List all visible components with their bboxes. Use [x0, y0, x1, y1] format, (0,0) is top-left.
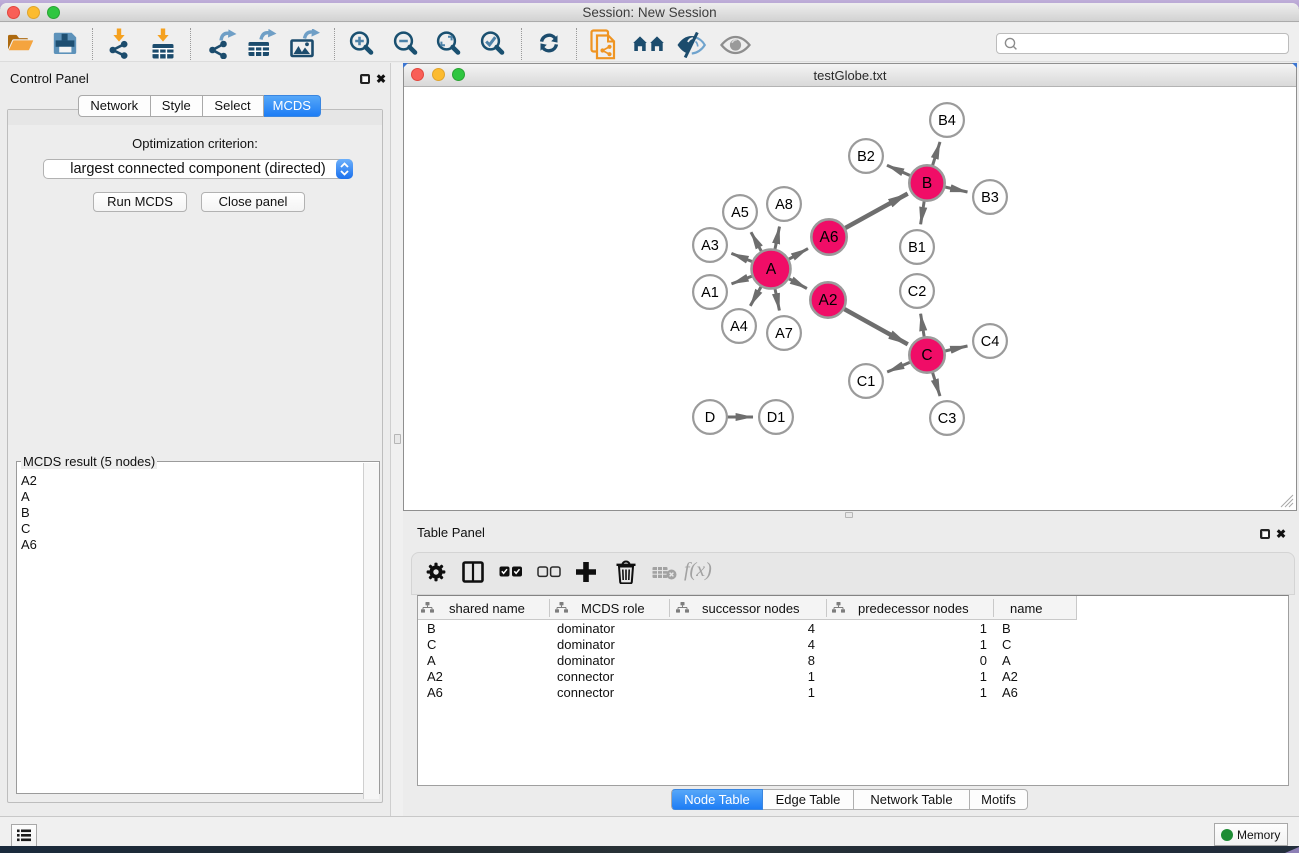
svg-text:C2: C2 — [908, 284, 927, 300]
svg-text:B: B — [922, 175, 932, 192]
svg-text:B3: B3 — [981, 190, 999, 206]
svg-text:A1: A1 — [701, 285, 719, 301]
svg-text:A8: A8 — [775, 197, 793, 213]
svg-text:A5: A5 — [731, 205, 749, 221]
svg-text:A4: A4 — [730, 319, 748, 335]
svg-text:A7: A7 — [775, 326, 793, 342]
svg-text:C4: C4 — [981, 334, 1000, 350]
svg-text:D: D — [705, 410, 715, 426]
svg-text:B4: B4 — [938, 113, 956, 129]
svg-text:C1: C1 — [857, 374, 876, 390]
svg-text:B2: B2 — [857, 149, 875, 165]
svg-text:A2: A2 — [819, 292, 838, 309]
svg-text:D1: D1 — [767, 410, 786, 426]
svg-text:B1: B1 — [908, 240, 926, 256]
svg-text:A6: A6 — [820, 229, 839, 246]
svg-text:A3: A3 — [701, 238, 719, 254]
svg-text:A: A — [766, 261, 777, 278]
svg-text:C3: C3 — [938, 411, 957, 427]
svg-text:C: C — [921, 347, 932, 364]
